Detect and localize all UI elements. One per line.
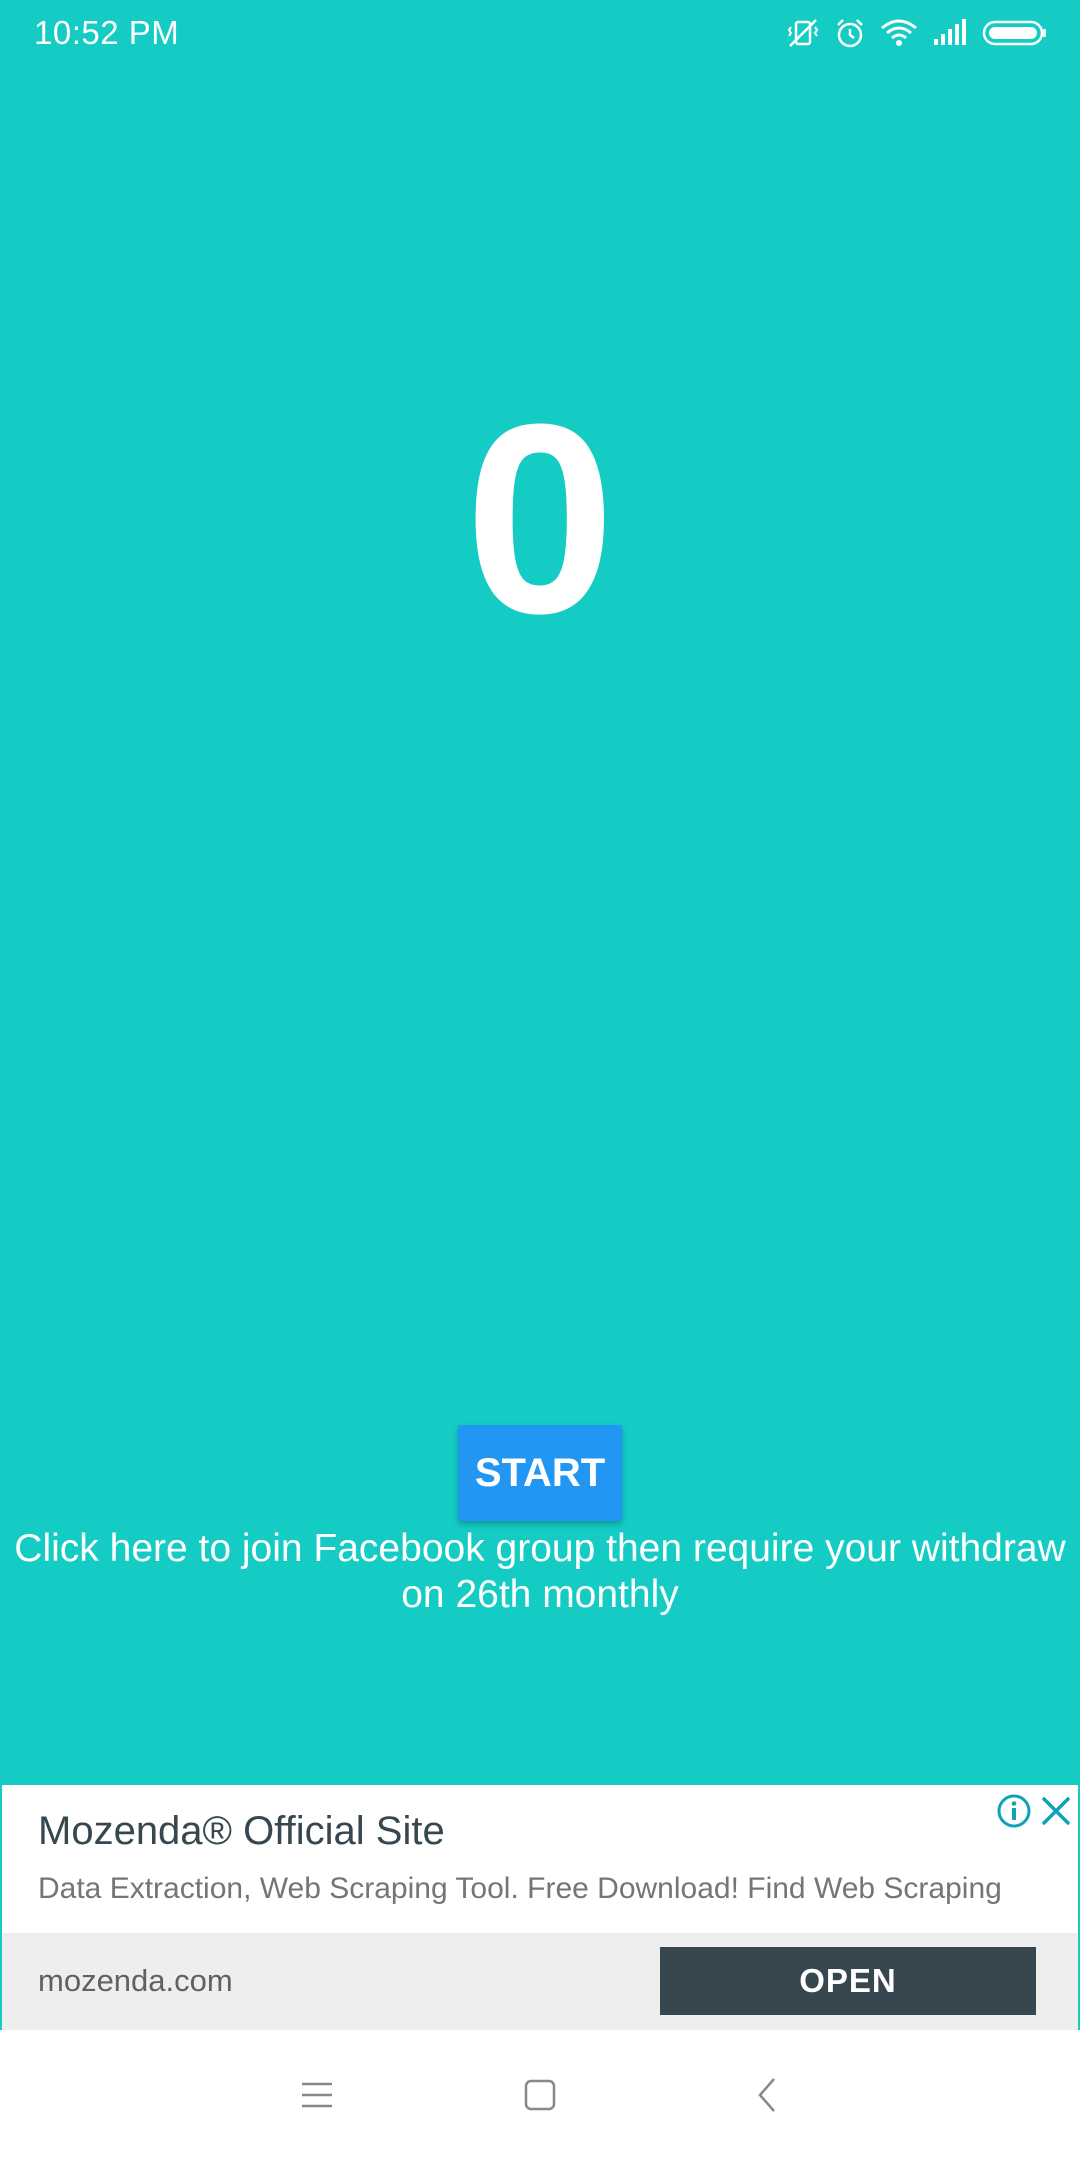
battery-icon: [982, 20, 1046, 46]
ad-domain: mozenda.com: [38, 1963, 233, 1998]
signal-icon: [934, 19, 966, 45]
ad-open-button[interactable]: OPEN: [660, 1947, 1036, 2015]
menu-icon: [302, 2082, 332, 2108]
ad-banner[interactable]: Mozenda® Official Site Data Extraction, …: [0, 1785, 1080, 2030]
nav-home-button[interactable]: [505, 2060, 575, 2130]
alarm-icon: [837, 19, 863, 48]
wifi-icon: [881, 19, 917, 46]
back-icon: [758, 2078, 775, 2112]
status-icons: [786, 14, 1048, 52]
vibrate-off-icon: [787, 19, 819, 47]
nav-back-button[interactable]: [732, 2060, 802, 2130]
ad-footer: mozenda.com OPEN: [2, 1933, 1078, 2030]
info-icon[interactable]: [996, 1793, 1032, 1829]
close-icon[interactable]: [1038, 1793, 1074, 1829]
counter-value: 0: [464, 369, 616, 670]
app-screen: 10:52 PM 0 START Click here to join Face…: [0, 0, 1080, 2160]
ad-description: Data Extraction, Web Scraping Tool. Free…: [38, 1872, 1002, 1905]
status-time: 10:52 PM: [34, 14, 180, 51]
nav-menu-button[interactable]: [282, 2060, 352, 2130]
navigation-bar: [0, 2030, 1080, 2160]
start-button[interactable]: START: [458, 1425, 622, 1521]
facebook-group-link[interactable]: Click here to join Facebook group then r…: [10, 1526, 1070, 1618]
ad-title[interactable]: Mozenda® Official Site: [38, 1809, 445, 1854]
status-bar: 10:52 PM: [0, 0, 1080, 66]
home-icon: [524, 2079, 556, 2111]
